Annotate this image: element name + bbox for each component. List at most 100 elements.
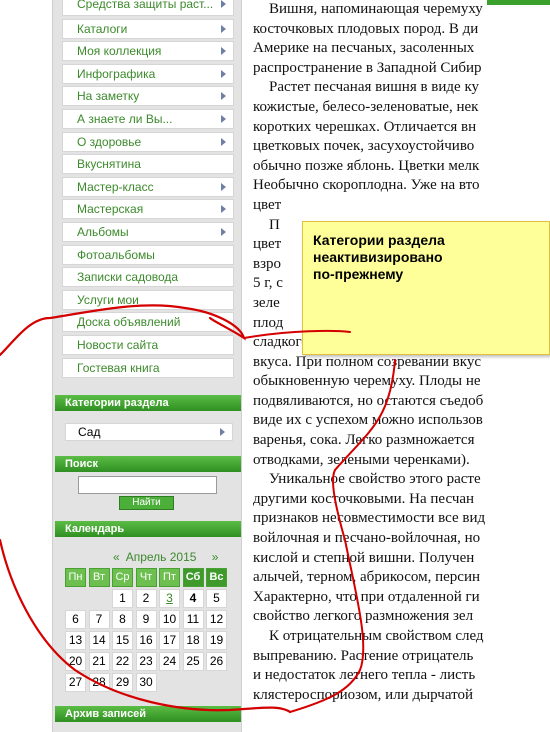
calendar-day: 24 — [159, 652, 180, 671]
article-line: косточковых плодовых пород. В ди — [253, 20, 479, 37]
article-line: другими косточковыми. На песчан — [253, 490, 475, 507]
sidebar-item[interactable]: Гостевая книга — [62, 357, 234, 378]
chevron-right-icon — [221, 227, 226, 236]
calendar-day: 8 — [112, 610, 133, 629]
sidebar-item[interactable]: Мастерская — [62, 199, 234, 220]
article-line: вкуса. При полном созревании вкус — [253, 353, 481, 370]
sidebar-item-label: Услуги мои — [77, 292, 139, 307]
calendar-day: 27 — [65, 673, 86, 692]
article-line: коротких черешках. Отличается вн — [253, 118, 477, 135]
calendar-day: 9 — [135, 610, 157, 629]
annotation-note: Категории раздела неактивизировано по-пр… — [302, 221, 550, 355]
calendar-grid: Пн Вт Ср Чт Пт Сб Вс 1 2 3 4 5 6 7 8 9 10 11 12 13 14 15 16 17 1… — [65, 568, 230, 694]
article-line: кислой и степной вишни. Получен — [253, 549, 475, 566]
sidebar-item[interactable]: Новости сайта — [62, 334, 234, 355]
sidebar-item[interactable]: На заметку — [62, 86, 234, 107]
calendar-day: 2 — [135, 589, 157, 608]
sidebar-item[interactable]: Записки садовода — [62, 267, 234, 288]
sidebar-item[interactable]: Доска объявлений — [62, 312, 234, 333]
article-line: признаков несовместимости все вид — [253, 510, 486, 527]
calendar-day: 10 — [159, 610, 180, 629]
chevron-right-icon — [221, 24, 226, 33]
sidebar-item[interactable]: Фотоальбомы — [62, 244, 234, 265]
calendar-day: 1 — [112, 589, 133, 608]
calendar-day[interactable]: 3 — [159, 589, 180, 608]
sidebar-item-label: Каталоги — [77, 21, 128, 36]
calendar-weekday: Вс — [206, 568, 227, 587]
calendar-prev-link[interactable]: « — [113, 550, 120, 564]
sidebar-item[interactable]: О здоровье — [62, 131, 234, 152]
calendar-weekday: Пн — [65, 568, 86, 587]
left-margin — [0, 0, 52, 732]
calendar-day: 14 — [88, 631, 110, 650]
sidebar-item[interactable]: А знаете ли Вы... — [62, 108, 234, 129]
calendar-weekday: Чт — [135, 568, 157, 587]
calendar-day: 18 — [182, 631, 204, 650]
calendar-header: Календарь — [55, 521, 241, 537]
article-line: кожистые, белесо-зеленоватые, нек — [253, 98, 479, 115]
calendar-day: 21 — [88, 652, 110, 671]
chevron-right-icon — [221, 182, 226, 191]
calendar-day: 4 — [182, 589, 204, 608]
calendar-next-link[interactable]: » — [212, 550, 219, 564]
calendar-day: 30 — [135, 673, 157, 692]
calendar-month: Апрель 2015 — [125, 550, 197, 564]
sidebar-item-label: Новости сайта — [77, 337, 159, 352]
calendar-day: 29 — [112, 673, 133, 692]
calendar-empty-cell — [206, 673, 227, 692]
categories-header: Категории раздела — [55, 395, 241, 411]
sidebar-item-label: Доска объявлений — [77, 315, 181, 330]
note-line: Категории раздела — [313, 232, 445, 248]
sidebar-item-label: О здоровье — [77, 134, 142, 149]
sidebar-item[interactable]: Инфографика — [62, 63, 234, 84]
article-line: и недостаток летнего тепла - листь — [253, 667, 476, 684]
sidebar-item-label: Записки садовода — [77, 270, 179, 285]
article-line: подвяливаются, но остаются съедоб — [253, 392, 484, 409]
sidebar-item[interactable]: Каталоги — [62, 18, 234, 39]
calendar-day: 6 — [65, 610, 86, 629]
sidebar-item-label: Мастерская — [77, 202, 144, 217]
calendar-day: 13 — [65, 631, 86, 650]
article-line: виде их с успехом можно использов — [253, 412, 483, 429]
calendar-empty-cell — [159, 673, 180, 692]
article-line: цветковых почек, засухоустойчиво — [253, 138, 475, 155]
sidebar-item[interactable]: Средства защиты раст... — [62, 0, 234, 16]
article-line: свойство легкого размножения зел — [253, 608, 474, 625]
search-button[interactable]: Найти — [119, 496, 174, 510]
calendar-weekday: Ср — [112, 568, 133, 587]
sidebar: Средства защиты раст... Каталоги Моя колле… — [52, 0, 242, 732]
sidebar-item-label: Фотоальбомы — [77, 247, 155, 262]
calendar-day: 20 — [65, 652, 86, 671]
sidebar-item-label: Альбомы — [77, 224, 129, 239]
sidebar-item-label: На заметку — [77, 89, 140, 104]
calendar-day: 22 — [112, 652, 133, 671]
calendar-day: 26 — [206, 652, 227, 671]
search-input[interactable] — [78, 476, 217, 494]
category-select[interactable]: Сад — [65, 423, 233, 441]
sidebar-item[interactable]: Альбомы — [62, 221, 234, 242]
sidebar-item-label: Средства защиты раст... — [77, 0, 214, 11]
sidebar-item-label: Мастер-класс — [77, 179, 154, 194]
chevron-right-icon — [221, 92, 226, 101]
sidebar-item[interactable]: Вкуснятина — [62, 154, 234, 175]
calendar-empty-cell — [89, 589, 110, 608]
chevron-right-icon — [221, 47, 226, 56]
article-line: клястероспориозом, или дырчатой — [253, 686, 473, 703]
article-line: выпреванию. Растение отрицатель — [253, 647, 474, 664]
sidebar-item[interactable]: Мастер-класс — [62, 176, 234, 197]
chevron-right-icon — [221, 0, 226, 8]
calendar-weekday: Вт — [88, 568, 110, 587]
calendar-weekday: Сб — [182, 568, 204, 587]
sidebar-item[interactable]: Моя коллекция — [62, 41, 234, 62]
calendar-day: 28 — [88, 673, 110, 692]
article-line: распространение в Западной Сибир — [253, 59, 482, 76]
article-line: Уникальное свойство этого расте — [269, 471, 481, 488]
calendar-day: 25 — [182, 652, 204, 671]
sidebar-item[interactable]: Услуги мои — [62, 289, 234, 310]
article-line: обыкновенную черемуху. Плоды не — [253, 373, 481, 390]
calendar-day: 23 — [135, 652, 157, 671]
calendar-day: 15 — [112, 631, 133, 650]
calendar-day: 12 — [206, 610, 227, 629]
calendar-day: 11 — [182, 610, 204, 629]
sidebar-item-label: Гостевая книга — [77, 360, 160, 375]
